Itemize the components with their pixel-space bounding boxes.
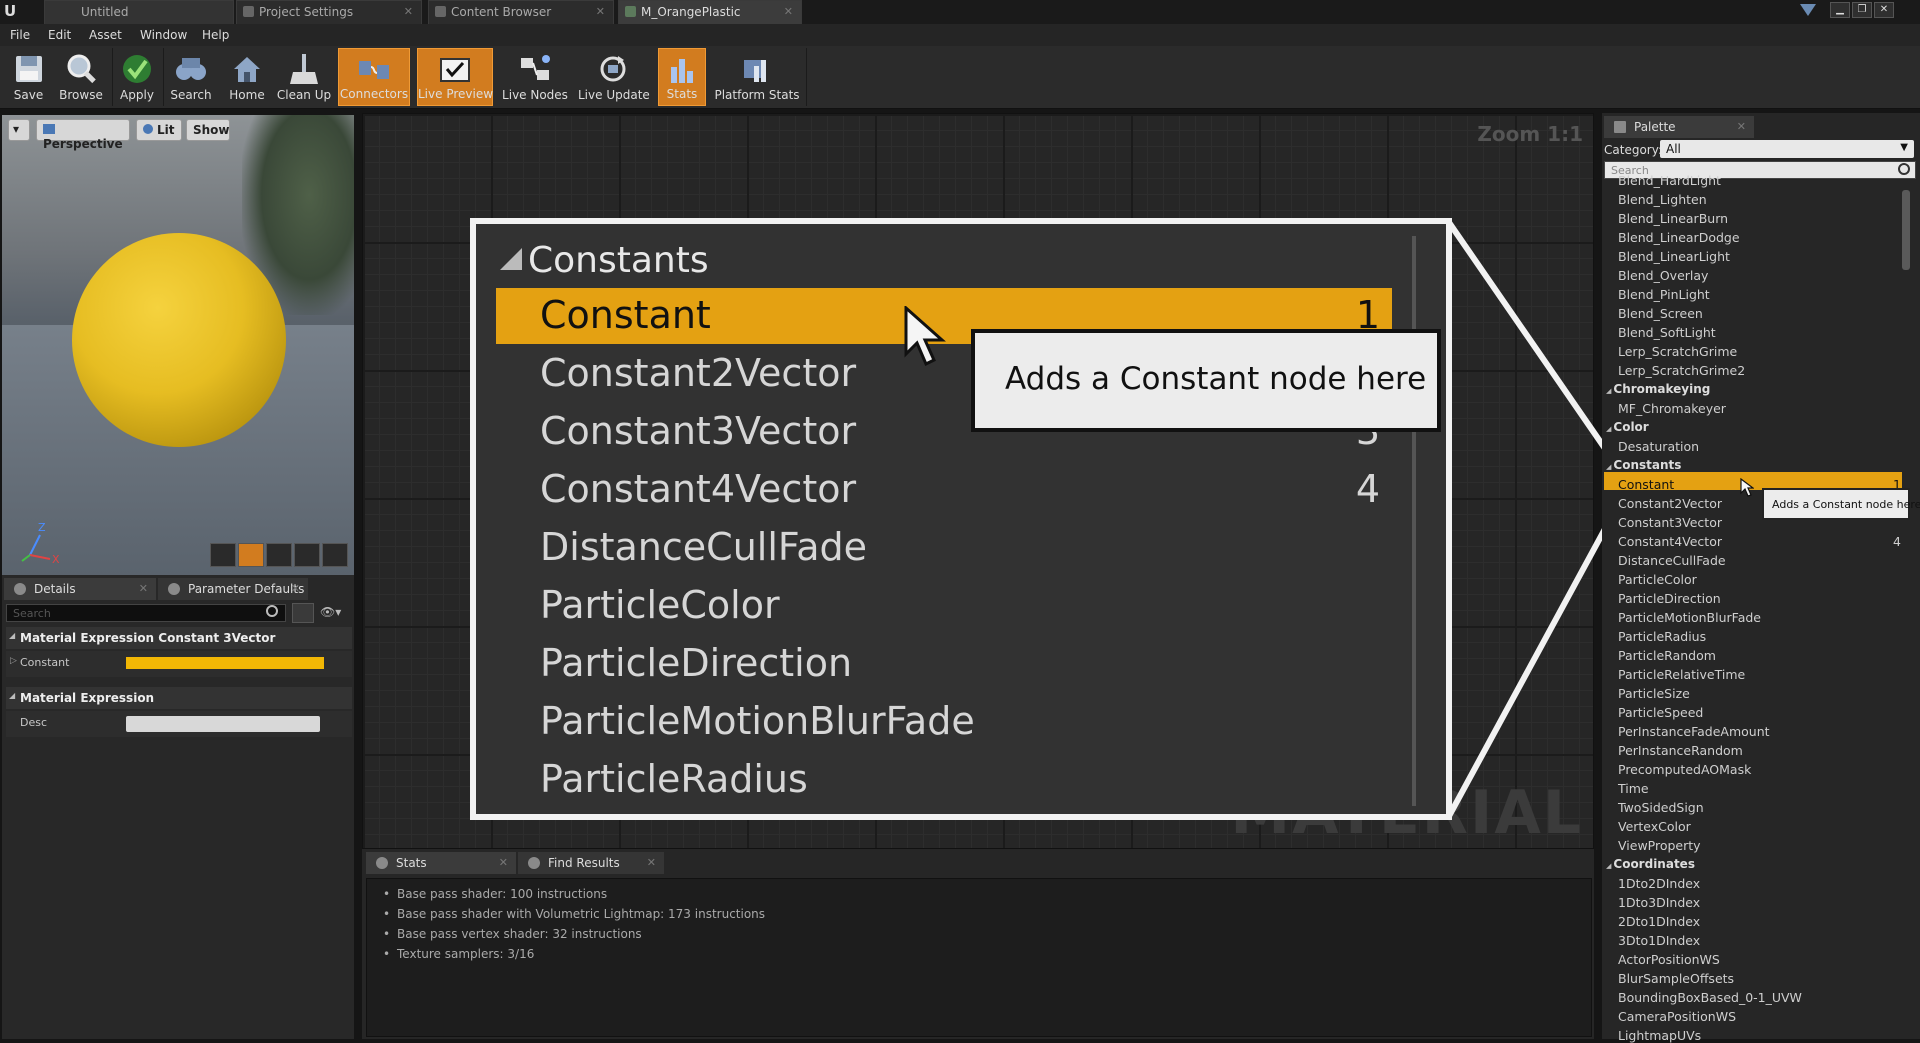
- category-dropdown[interactable]: All ▼: [1660, 140, 1914, 158]
- palette-item[interactable]: BlurSampleOffsets: [1618, 971, 1734, 986]
- palette-category[interactable]: Color: [1606, 420, 1648, 434]
- palette-item[interactable]: Blend_Lighten: [1618, 192, 1707, 207]
- category-dropdown-value: All: [1666, 142, 1681, 156]
- mouse-cursor-icon: [904, 306, 946, 367]
- palette-item[interactable]: ParticleSize: [1618, 686, 1690, 701]
- palette-item[interactable]: Lerp_ScratchGrime2: [1618, 363, 1745, 378]
- palette-item[interactable]: PerInstanceFadeAmount: [1618, 724, 1770, 739]
- callout-item[interactable]: ParticleDirection: [496, 636, 1392, 692]
- palette-item[interactable]: Blend_LinearDodge: [1618, 230, 1740, 245]
- palette-item[interactable]: 1Dto2DIndex: [1618, 876, 1700, 891]
- palette-item[interactable]: Blend_PinLight: [1618, 287, 1710, 302]
- palette-item[interactable]: TwoSidedSign: [1618, 800, 1704, 815]
- palette-item[interactable]: ParticleRadius: [1618, 629, 1706, 644]
- palette-category[interactable]: Coordinates: [1606, 857, 1695, 871]
- stats-line: Base pass shader: 100 instructions: [383, 887, 607, 901]
- search-icon: [1898, 163, 1910, 175]
- callout-item-name: Constant: [540, 293, 711, 337]
- palette-item[interactable]: 1Dto3DIndex: [1618, 895, 1700, 910]
- palette-item[interactable]: DistanceCullFade: [1618, 553, 1726, 568]
- palette-item[interactable]: PerInstanceRandom: [1618, 743, 1743, 758]
- palette-item[interactable]: LightmapUVs: [1618, 1028, 1701, 1043]
- find-icon: [528, 857, 540, 869]
- palette-item[interactable]: ActorPositionWS: [1618, 952, 1720, 967]
- palette-item[interactable]: ViewProperty: [1618, 838, 1701, 853]
- tab-palette[interactable]: Palette ✕: [1604, 116, 1754, 138]
- tab-stats-label: Stats: [396, 856, 427, 870]
- palette-scrollbar[interactable]: [1902, 190, 1910, 270]
- palette-item[interactable]: Blend_LinearBurn: [1618, 211, 1728, 226]
- palette-item[interactable]: Constant: [1618, 477, 1674, 492]
- palette-cursor-icon: [1740, 478, 1754, 497]
- callout-item-name: Constant3Vector: [540, 409, 857, 453]
- palette-item[interactable]: Lerp_ScratchGrime: [1618, 344, 1737, 359]
- palette-item[interactable]: VertexColor: [1618, 819, 1691, 834]
- callout-category: Constants: [528, 240, 709, 281]
- palette-item[interactable]: Constant4Vector: [1618, 534, 1722, 549]
- palette-item[interactable]: 3Dto1DIndex: [1618, 933, 1700, 948]
- palette-icon: [1614, 121, 1626, 133]
- palette-item[interactable]: Blend_Screen: [1618, 306, 1703, 321]
- callout-item-name: ParticleColor: [540, 583, 780, 627]
- callout-item[interactable]: ParticleRadius: [496, 752, 1392, 808]
- palette-item[interactable]: Blend_LinearLight: [1618, 249, 1730, 264]
- callout-tooltip: Adds a Constant node here: [971, 329, 1441, 432]
- tab-palette-label: Palette: [1634, 120, 1676, 134]
- palette-item-num: 4: [1893, 534, 1901, 549]
- palette-item[interactable]: Time: [1618, 781, 1649, 796]
- palette-item[interactable]: Constant3Vector: [1618, 515, 1722, 530]
- close-icon[interactable]: ✕: [1737, 120, 1746, 133]
- callout-item-num: 4: [1355, 467, 1380, 511]
- palette-item[interactable]: BoundingBoxBased_0-1_UVW: [1618, 990, 1802, 1005]
- palette-category[interactable]: Chromakeying: [1606, 382, 1710, 396]
- palette-item[interactable]: ParticleColor: [1618, 572, 1697, 587]
- callout-item[interactable]: DistanceCullFade: [496, 520, 1392, 576]
- palette-item[interactable]: Blend_SoftLight: [1618, 325, 1716, 340]
- category-label: Category:: [1604, 143, 1662, 157]
- palette-item[interactable]: CameraPositionWS: [1618, 1009, 1736, 1024]
- palette-item[interactable]: ParticleRandom: [1618, 648, 1716, 663]
- callout-scrollbar: [1412, 236, 1416, 806]
- callout-item-name: ParticleDirection: [540, 641, 853, 685]
- tab-stats[interactable]: Stats ✕: [366, 852, 516, 874]
- palette-tooltip: Adds a Constant node here: [1762, 488, 1920, 520]
- stats-output: Base pass shader: 100 instructions Base …: [366, 878, 1592, 1037]
- stats-line: Texture samplers: 3/16: [383, 947, 534, 961]
- palette-item[interactable]: Blend_HardLight: [1618, 173, 1721, 188]
- chevron-down-icon: ▼: [1900, 142, 1908, 153]
- callout-item-name: ParticleRadius: [540, 757, 808, 801]
- palette-item[interactable]: ParticleMotionBlurFade: [1618, 610, 1761, 625]
- close-icon[interactable]: ✕: [499, 856, 508, 869]
- close-icon[interactable]: ✕: [647, 856, 656, 869]
- collapse-triangle-icon: [500, 248, 522, 270]
- callout-item-name: ParticleMotionBlurFade: [540, 699, 975, 743]
- stats-tab-icon: [376, 857, 388, 869]
- callout-item[interactable]: ParticleMotionBlurFade: [496, 694, 1392, 750]
- stats-line: Base pass vertex shader: 32 instructions: [383, 927, 642, 941]
- stats-line: Base pass shader with Volumetric Lightma…: [383, 907, 765, 921]
- palette-item[interactable]: Constant2Vector: [1618, 496, 1722, 511]
- callout-item[interactable]: Constant4Vector 4: [496, 462, 1392, 518]
- palette-zoom-callout: Constants Constant 1 Constant2Vector Cons…: [470, 218, 1452, 820]
- palette-item[interactable]: ParticleDirection: [1618, 591, 1721, 606]
- tab-find-results[interactable]: Find Results ✕: [518, 852, 664, 874]
- callout-item-name: Constant2Vector: [540, 351, 857, 395]
- palette-item[interactable]: MF_Chromakeyer: [1618, 401, 1726, 416]
- palette-item[interactable]: ParticleSpeed: [1618, 705, 1703, 720]
- callout-item-name: DistanceCullFade: [540, 525, 868, 569]
- callout-item-name: Constant4Vector: [540, 467, 857, 511]
- palette-category[interactable]: Constants: [1606, 458, 1681, 472]
- palette-item[interactable]: Blend_Overlay: [1618, 268, 1708, 283]
- palette-item[interactable]: ParticleRelativeTime: [1618, 667, 1745, 682]
- callout-item[interactable]: ParticleColor: [496, 578, 1392, 634]
- palette-item[interactable]: Desaturation: [1618, 439, 1699, 454]
- tab-find-label: Find Results: [548, 856, 620, 870]
- palette-item[interactable]: PrecomputedAOMask: [1618, 762, 1751, 777]
- palette-item[interactable]: 2Dto1DIndex: [1618, 914, 1700, 929]
